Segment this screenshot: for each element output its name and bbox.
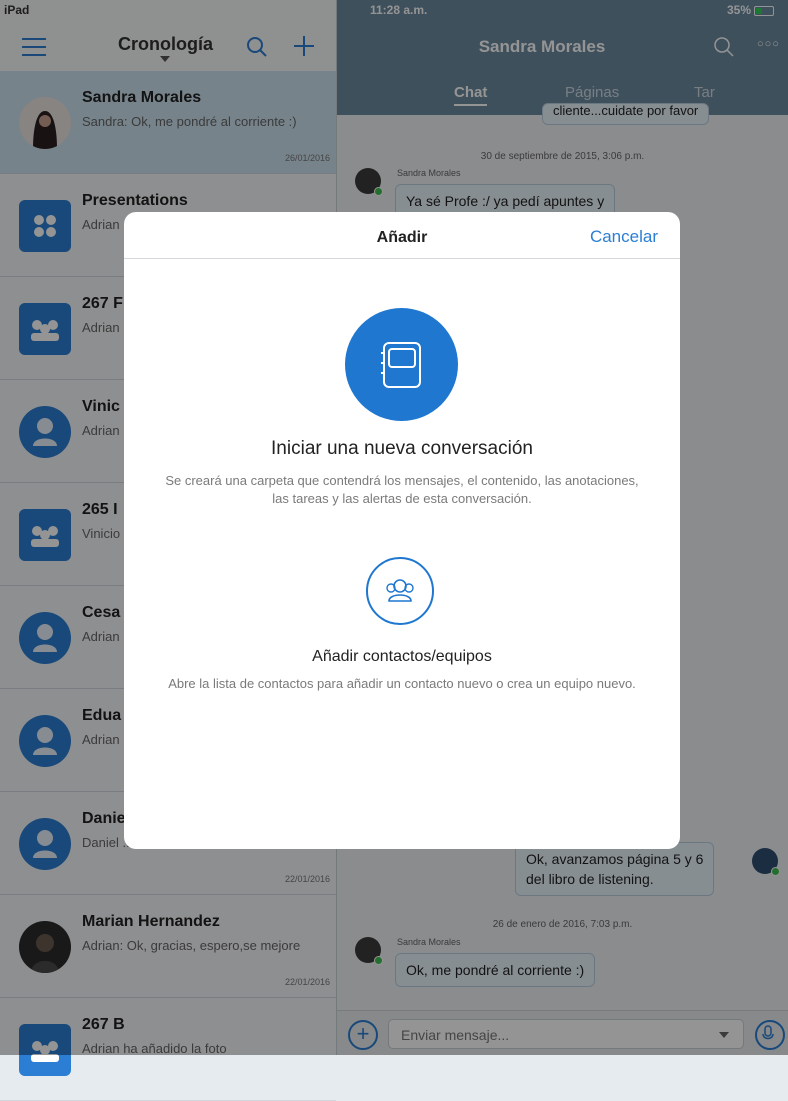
new-conversation-button[interactable] bbox=[345, 308, 458, 421]
add-contacts-description: Abre la lista de contactos para añadir u… bbox=[168, 676, 636, 691]
add-contacts-button[interactable] bbox=[366, 557, 434, 625]
contacts-icon bbox=[386, 579, 414, 602]
divider bbox=[124, 258, 680, 259]
notebook-icon bbox=[381, 342, 421, 388]
new-conversation-description: Se creará una carpeta que contendrá los … bbox=[165, 473, 639, 506]
add-contacts-title[interactable]: Añadir contactos/equipos bbox=[124, 648, 680, 666]
cancel-button[interactable]: Cancelar bbox=[590, 227, 658, 247]
new-conversation-title[interactable]: Iniciar una nueva conversación bbox=[124, 438, 680, 460]
add-dialog: Añadir Cancelar Iniciar una nueva conver… bbox=[124, 212, 680, 849]
